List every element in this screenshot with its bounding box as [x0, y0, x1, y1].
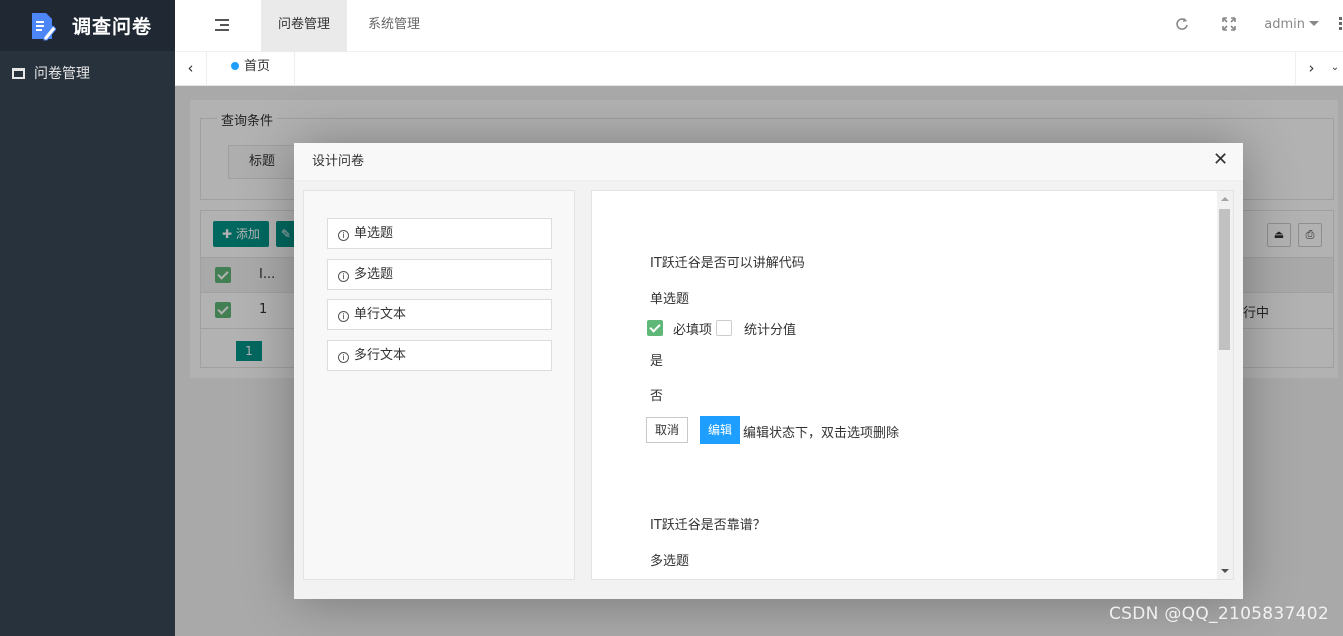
score-checkbox[interactable]: [716, 320, 732, 336]
fullscreen-icon[interactable]: [1222, 17, 1236, 31]
fold-menu-icon[interactable]: [215, 19, 229, 31]
username: admin: [1264, 17, 1305, 32]
survey-canvas: IT跃迁谷是否可以讲解代码 单选题 必填项 统计分值 是 否 取消 编辑 编辑状…: [591, 190, 1234, 580]
close-icon[interactable]: ✕: [1213, 151, 1228, 169]
tab-dropdown-icon[interactable]: ⌄: [1327, 52, 1343, 86]
edit-hint: 编辑状态下，双击选项删除: [743, 426, 900, 441]
question-type-panel: i 单选题 i 多选题 i 单行文本 i 多行文本: [303, 190, 575, 580]
info-icon: i: [338, 311, 349, 322]
watermark: CSDN @QQ_2105837402: [1109, 604, 1329, 624]
app-title: 调查问卷: [72, 16, 153, 38]
scrollbar[interactable]: [1217, 191, 1233, 579]
sidebar-item-survey-management[interactable]: 问卷管理: [0, 51, 175, 95]
window-icon: [12, 67, 25, 79]
cancel-button[interactable]: 取消: [646, 417, 688, 443]
question-2-title[interactable]: IT跃迁谷是否靠谱？: [650, 514, 766, 533]
qtype-multi-choice[interactable]: i 多选题: [327, 259, 552, 290]
qtype-label: 多选题: [354, 267, 394, 282]
logo[interactable]: 调查问卷: [0, 0, 175, 51]
modal-body: i 单选题 i 多选题 i 单行文本 i 多行文本 IT跃迁谷是否可以讲解代码 单选题 …: [294, 181, 1243, 599]
qtype-label: 多行文本: [354, 348, 407, 363]
user-menu[interactable]: admin: [1264, 17, 1319, 32]
chevron-down-icon: [1309, 21, 1319, 26]
tab-survey-management[interactable]: 问卷管理: [261, 0, 348, 52]
active-dot-icon: [231, 62, 239, 70]
qtype-single-line-text[interactable]: i 单行文本: [327, 299, 552, 330]
scroll-down-icon[interactable]: [1221, 569, 1229, 573]
option-yes[interactable]: 是: [650, 350, 663, 369]
question-1-type: 单选题: [650, 292, 690, 307]
info-icon: i: [338, 271, 349, 282]
info-icon: i: [338, 230, 349, 241]
required-label: 必填项: [673, 323, 713, 338]
tab-home-label: 首页: [244, 59, 271, 74]
info-icon: i: [338, 352, 349, 363]
refresh-icon[interactable]: [1175, 17, 1189, 31]
sidebar-item-label: 问卷管理: [34, 66, 90, 82]
sidebar: 调查问卷 问卷管理: [0, 0, 175, 636]
score-label: 统计分值: [744, 323, 797, 338]
scrollbar-thumb[interactable]: [1219, 209, 1230, 350]
required-checkbox[interactable]: [647, 320, 663, 336]
page-tabbar: ‹ 首页 › ⌄: [175, 52, 1343, 86]
option-no[interactable]: 否: [650, 385, 663, 404]
scroll-up-icon[interactable]: [1221, 197, 1229, 201]
qtype-single-choice[interactable]: i 单选题: [327, 218, 552, 249]
survey-logo-icon: [30, 11, 57, 41]
tab-scroll-left-icon[interactable]: ‹: [175, 52, 207, 86]
edit-question-button[interactable]: 编辑: [700, 416, 740, 444]
qtype-label: 单行文本: [354, 307, 407, 322]
tab-system-management[interactable]: 系统管理: [351, 0, 437, 52]
tab-home[interactable]: 首页: [215, 52, 296, 86]
top-header: 问卷管理 系统管理 admin: [175, 0, 1343, 52]
tab-scroll-right-icon[interactable]: ›: [1295, 52, 1327, 86]
qtype-label: 单选题: [354, 226, 394, 241]
more-icon[interactable]: [1339, 17, 1343, 32]
modal-title: 设计问卷: [294, 143, 1243, 181]
design-survey-modal: 设计问卷 ✕ i 单选题 i 多选题 i 单行文本 i 多行文本 IT跃迁谷是否可以讲解…: [294, 143, 1243, 599]
question-1-title[interactable]: IT跃迁谷是否可以讲解代码: [650, 252, 805, 271]
question-2-type: 多选题: [650, 554, 690, 569]
qtype-multi-line-text[interactable]: i 多行文本: [327, 340, 552, 371]
